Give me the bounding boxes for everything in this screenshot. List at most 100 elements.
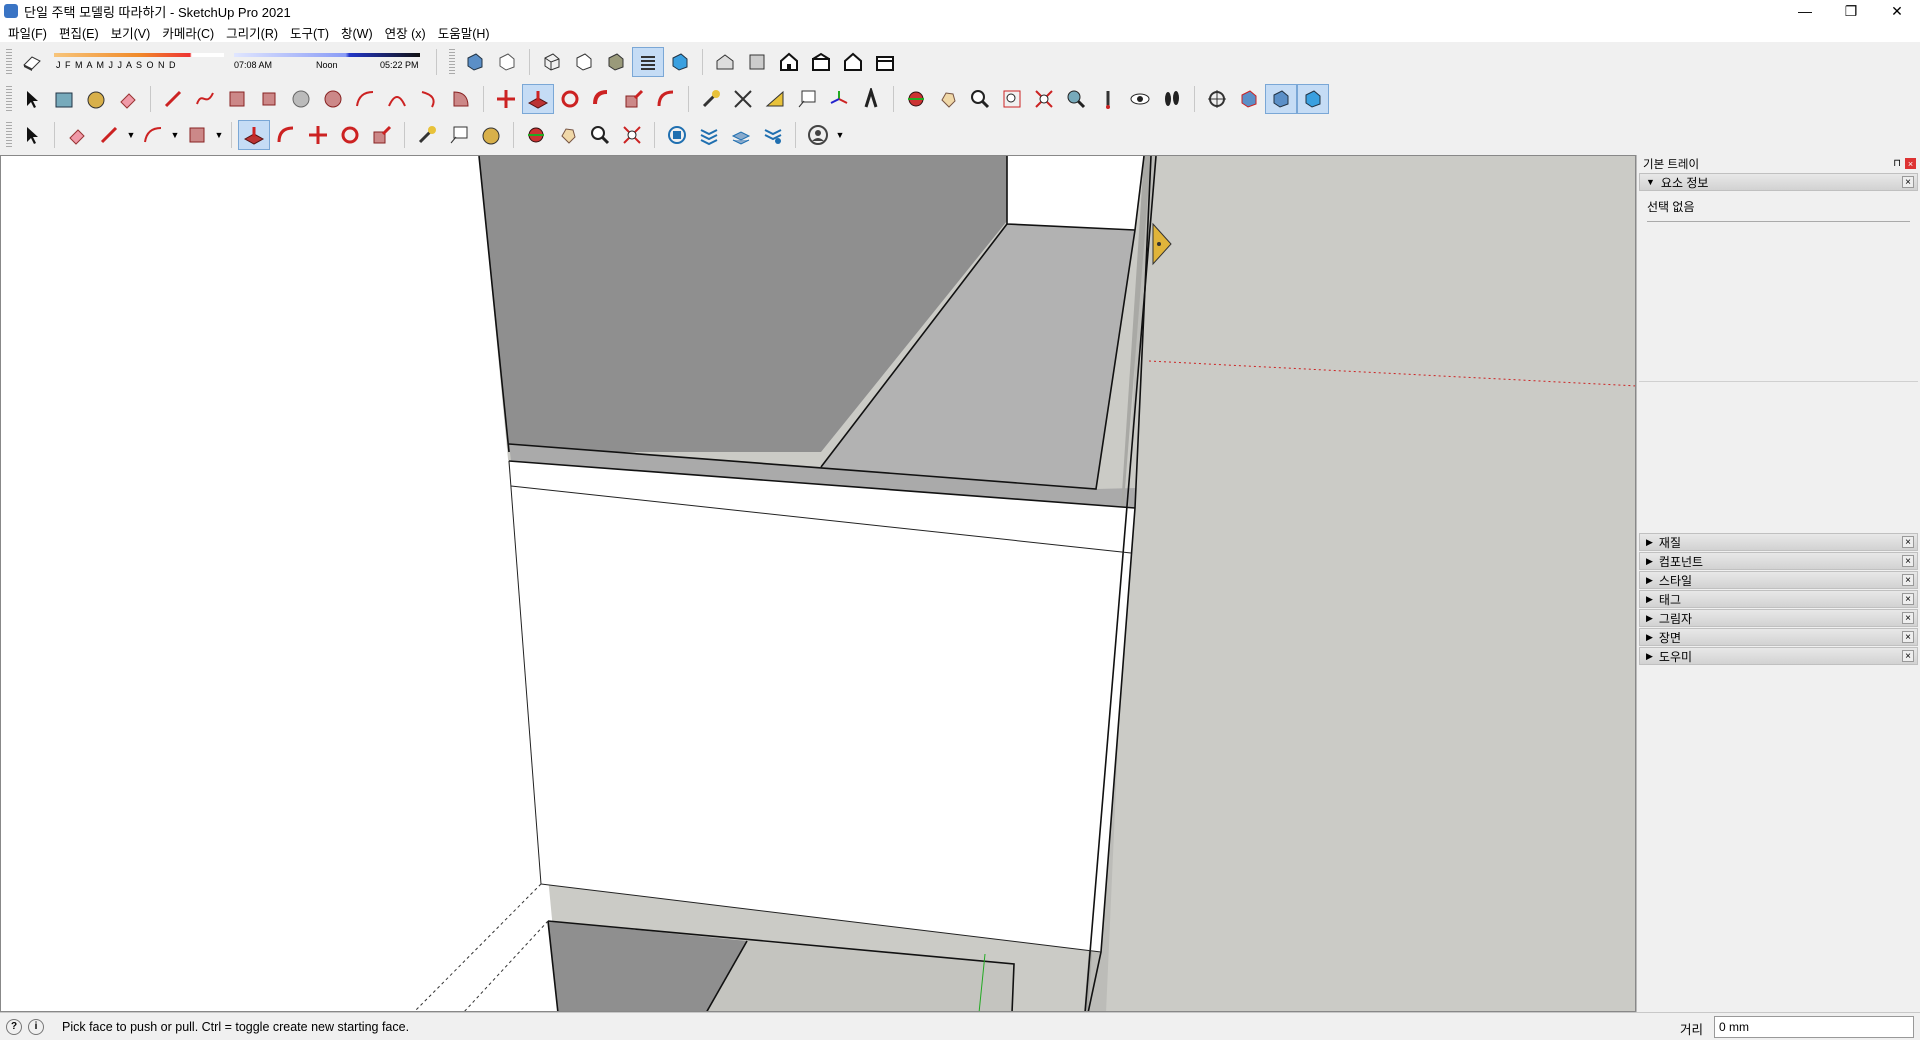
wireframe-icon[interactable] [536,47,568,77]
pin-icon[interactable]: ⊓ [1893,158,1901,169]
orbit-tool-icon-small[interactable] [520,120,552,150]
shadow-settings-icon[interactable] [16,47,48,77]
paint-bucket-icon-small[interactable] [475,120,507,150]
right-view-icon[interactable] [805,47,837,77]
toolbar-grip[interactable] [6,122,12,148]
panel-close-icon[interactable]: × [1902,612,1914,624]
orbit-tool-icon[interactable] [900,84,932,114]
paint-bucket-icon[interactable] [80,84,112,114]
rectangle-tool-icon[interactable] [221,84,253,114]
menu-draw[interactable]: 그리기(R) [222,23,286,42]
hidden-line-icon[interactable] [568,47,600,77]
close-button[interactable]: ✕ [1874,0,1920,22]
panel-entity-info[interactable]: ▼ 요소 정보 × [1639,173,1918,191]
offset-tool-icon-small[interactable] [270,120,302,150]
walk-tool-icon[interactable] [1156,84,1188,114]
tape-measure-icon[interactable] [695,84,727,114]
previous-view-icon[interactable] [1060,84,1092,114]
restore-button[interactable]: ❐ [1828,0,1874,22]
shape-dropdown-chevron-icon[interactable]: ▼ [213,120,225,150]
panel-close-icon[interactable]: × [1902,631,1914,643]
menu-extensions[interactable]: 연장 (x) [381,23,434,42]
xray-icon[interactable] [459,47,491,77]
eraser-icon-small[interactable] [61,120,93,150]
zoom-extents-icon-small[interactable] [616,120,648,150]
arc-tool-icon[interactable] [349,84,381,114]
panel-close-icon[interactable]: × [1902,536,1914,548]
menu-edit[interactable]: 편집(E) [55,23,107,42]
text-tool-icon-small[interactable] [443,120,475,150]
zoom-tool-icon[interactable] [964,84,996,114]
scale-tool-icon[interactable] [618,84,650,114]
offset-tool-icon[interactable] [650,84,682,114]
eraser-icon[interactable] [112,84,144,114]
zoom-tool-icon-small[interactable] [584,120,616,150]
protractor-icon[interactable] [759,84,791,114]
rectangle-tool-icon-small[interactable] [181,120,213,150]
panel-close-icon[interactable]: × [1902,574,1914,586]
arc-tool-icon-small[interactable] [137,120,169,150]
back-edges-icon[interactable] [491,47,523,77]
display-section-cuts-icon[interactable] [1265,84,1297,114]
left-view-icon[interactable] [869,47,901,77]
back-view-icon[interactable] [837,47,869,77]
display-section-planes-icon[interactable] [1233,84,1265,114]
shaded-icon[interactable] [600,47,632,77]
pan-tool-icon[interactable] [932,84,964,114]
layout-send-icon[interactable] [725,120,757,150]
3d-text-icon[interactable] [855,84,887,114]
rotate-tool-icon-small[interactable] [334,120,366,150]
panel-close-icon[interactable]: × [1902,176,1914,188]
panel-close-icon[interactable]: × [1902,593,1914,605]
panel-materials[interactable]: ▶ 재질 × [1639,533,1918,551]
display-section-fill-icon[interactable] [1297,84,1329,114]
panel-scenes[interactable]: ▶ 장면 × [1639,628,1918,646]
three-point-arc-icon[interactable] [413,84,445,114]
toolbar-grip[interactable] [6,86,12,112]
menu-window[interactable]: 창(W) [337,23,381,42]
account-dropdown-chevron-icon[interactable]: ▼ [834,120,846,150]
push-pull-tool-icon[interactable] [522,84,554,114]
follow-me-icon[interactable] [586,84,618,114]
freehand-tool-icon[interactable] [189,84,221,114]
zoom-window-icon[interactable] [996,84,1028,114]
rotate-tool-icon[interactable] [554,84,586,114]
top-view-icon[interactable] [741,47,773,77]
circle-tool-icon[interactable] [285,84,317,114]
menu-tools[interactable]: 도구(T) [286,23,337,42]
text-tool-icon[interactable] [791,84,823,114]
pie-tool-icon[interactable] [445,84,477,114]
panel-instructor[interactable]: ▶ 도우미 × [1639,647,1918,665]
extension-warehouse-icon[interactable] [693,120,725,150]
position-camera-icon[interactable] [1092,84,1124,114]
shaded-textures-icon[interactable] [632,47,664,77]
zoom-extents-icon[interactable] [1028,84,1060,114]
tape-measure-icon-small[interactable] [411,120,443,150]
account-avatar-icon[interactable] [802,120,834,150]
line-tool-icon[interactable] [157,84,189,114]
menu-view[interactable]: 보기(V) [107,23,159,42]
menu-camera[interactable]: 카메라(C) [158,23,222,42]
monochrome-icon[interactable] [664,47,696,77]
dimension-tool-icon[interactable] [727,84,759,114]
axes-tool-icon[interactable] [823,84,855,114]
section-plane-icon[interactable] [1201,84,1233,114]
move-tool-icon[interactable] [490,84,522,114]
scale-tool-icon-small[interactable] [366,120,398,150]
panel-styles[interactable]: ▶ 스타일 × [1639,571,1918,589]
arc-dropdown-chevron-icon[interactable]: ▼ [169,120,181,150]
panel-components[interactable]: ▶ 컴포넌트 × [1639,552,1918,570]
info-icon[interactable]: i [28,1018,44,1035]
pan-tool-icon-small[interactable] [552,120,584,150]
two-point-arc-icon[interactable] [381,84,413,114]
select-tool-icon-small[interactable] [16,120,48,150]
shadow-time-slider[interactable]: 07:08 AM Noon 05:22 PM [230,49,430,75]
panel-shadows[interactable]: ▶ 그림자 × [1639,609,1918,627]
panel-tags[interactable]: ▶ 태그 × [1639,590,1918,608]
panel-close-icon[interactable]: × [1902,650,1914,662]
make-component-icon[interactable] [48,84,80,114]
line-dropdown-chevron-icon[interactable]: ▼ [125,120,137,150]
move-tool-icon-small[interactable] [302,120,334,150]
iso-view-icon[interactable] [709,47,741,77]
modeling-viewport[interactable] [0,155,1636,1012]
